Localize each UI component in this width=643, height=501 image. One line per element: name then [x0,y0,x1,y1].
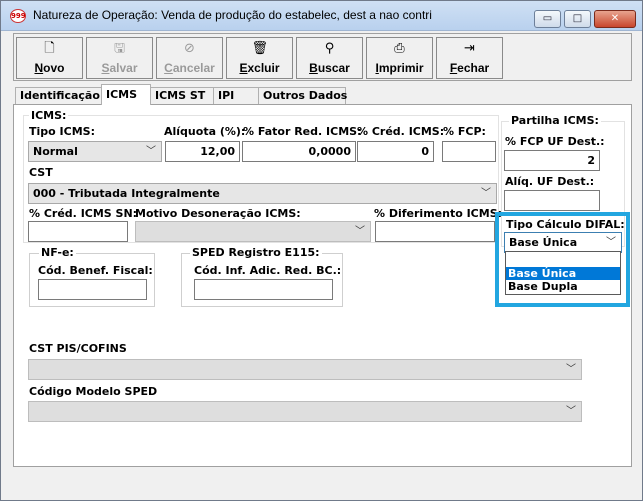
difal-option-base-unica[interactable]: Base Única [506,267,620,280]
cod-benef-label: Cód. Benef. Fiscal: [38,264,153,277]
aliq-uf-label: Alíq. UF Dest.: [505,175,595,188]
main-window: 999 Natureza de Operação: Venda de produ… [0,0,643,501]
cst-select[interactable]: 000 - Tributada Integralmente ﹀ [28,183,497,204]
fcp-field[interactable] [442,141,496,162]
tab-icms[interactable]: ICMS [101,84,151,105]
difal-option-empty[interactable] [506,253,620,266]
cst-pis-cofins-select[interactable]: ﹀ [28,359,582,380]
fcp-uf-field[interactable]: 2 [504,150,600,171]
fator-red-field[interactable]: 0,0000 [242,141,356,162]
novo-button[interactable]: 🗋 Novo [16,37,83,79]
cred-sn-label: % Créd. ICMS SN: [29,207,138,220]
tab-identificacao[interactable]: Identificação [15,87,102,104]
chevron-down-icon: ﹀ [566,406,576,417]
cancelar-button[interactable]: ⊘ Cancelar [156,37,223,79]
minimize-button[interactable]: ▭ [534,10,561,28]
fator-red-label: % Fator Red. ICMS: [243,125,362,138]
window-title: Natureza de Operação: Venda de produção … [33,8,432,22]
excluir-label: Excluir [239,61,280,75]
cancelar-label: Cancelar [164,61,215,75]
app-icon: 999 [10,9,26,23]
aliquota-label: Alíquota (%): [164,125,246,138]
cst-pis-cofins-label: CST PIS/COFINS [29,342,127,355]
cod-benef-field[interactable] [38,279,147,300]
imprimir-button[interactable]: ⎙ Imprimir [366,37,433,79]
motivo-select[interactable]: ﹀ [135,221,371,242]
toolbar: 🗋 Novo 🖫 Salvar ⊘ Cancelar 🗑 Excluir ⚲ B… [13,33,632,81]
excluir-button[interactable]: 🗑 Excluir [226,37,293,79]
tipo-icms-select[interactable]: Normal ﹀ [28,141,162,162]
tab-icms-st[interactable]: ICMS ST [150,87,214,104]
sped-label: SPED Registro E115: [190,246,322,259]
cst-value: 000 - Tributada Integralmente [33,187,220,200]
trash-icon: 🗑 [251,41,269,56]
novo-label: Novo [34,61,65,75]
binoculars-icon: ⚲ [324,41,335,56]
diferimento-field[interactable] [375,221,495,242]
cred-sn-field[interactable] [28,221,128,242]
save-icon: 🖫 [113,41,126,56]
cod-inf-field[interactable] [194,279,333,300]
buscar-button[interactable]: ⚲ Buscar [296,37,363,79]
diferimento-label: % Diferimento ICMS: [374,207,503,220]
difal-option-base-dupla[interactable]: Base Dupla [506,280,620,293]
aliquota-field[interactable]: 12,00 [165,141,240,162]
title-bar[interactable]: 999 Natureza de Operação: Venda de produ… [1,1,642,31]
cred-icms-label: % Créd. ICMS: [357,125,445,138]
tab-ipi[interactable]: IPI [213,87,259,104]
buscar-label: Buscar [309,61,350,75]
tipo-icms-label: Tipo ICMS: [29,125,95,138]
fcp-uf-label: % FCP UF Dest.: [505,135,605,148]
chevron-down-icon: ﹀ [481,188,491,199]
cod-inf-label: Cód. Inf. Adic. Red. BC.: [194,264,342,277]
motivo-label: Motivo Desoneração ICMS: [135,207,301,220]
icms-section-label: ICMS: [29,109,69,122]
fcp-label: % FCP: [443,125,486,138]
difal-value: Base Única [509,236,578,249]
imprimir-label: Imprimir [375,61,424,75]
aliq-uf-field[interactable] [504,190,600,211]
maximize-button[interactable]: □ [564,10,591,28]
close-window-button[interactable]: ✕ [594,10,636,28]
salvar-button[interactable]: 🖫 Salvar [86,37,153,79]
cancel-icon: ⊘ [184,41,195,56]
new-document-icon: 🗋 [44,41,55,56]
difal-select[interactable]: Base Única ﹀ [504,232,622,253]
nfe-label: NF-e: [39,246,76,259]
difal-dropdown-list: Base Única Base Dupla [505,251,621,295]
tab-outros-dados[interactable]: Outros Dados [258,87,347,104]
exit-icon: ⇥ [464,41,475,56]
chevron-down-icon: ﹀ [146,146,156,157]
codigo-modelo-sped-select[interactable]: ﹀ [28,401,582,422]
printer-icon: ⎙ [394,41,405,56]
codigo-modelo-sped-label: Código Modelo SPED [29,385,158,398]
cred-icms-field[interactable]: 0 [357,141,434,162]
partilha-label: Partilha ICMS: [509,114,601,127]
tipo-icms-value: Normal [33,145,78,158]
difal-label: Tipo Cálculo DIFAL: [506,218,625,231]
fechar-button[interactable]: ⇥ Fechar [436,37,503,79]
chevron-down-icon: ﹀ [355,226,365,237]
salvar-label: Salvar [101,61,138,75]
fechar-label: Fechar [449,61,490,75]
chevron-down-icon: ﹀ [566,364,576,375]
chevron-down-icon: ﹀ [606,237,616,248]
cst-label: CST [29,166,53,179]
